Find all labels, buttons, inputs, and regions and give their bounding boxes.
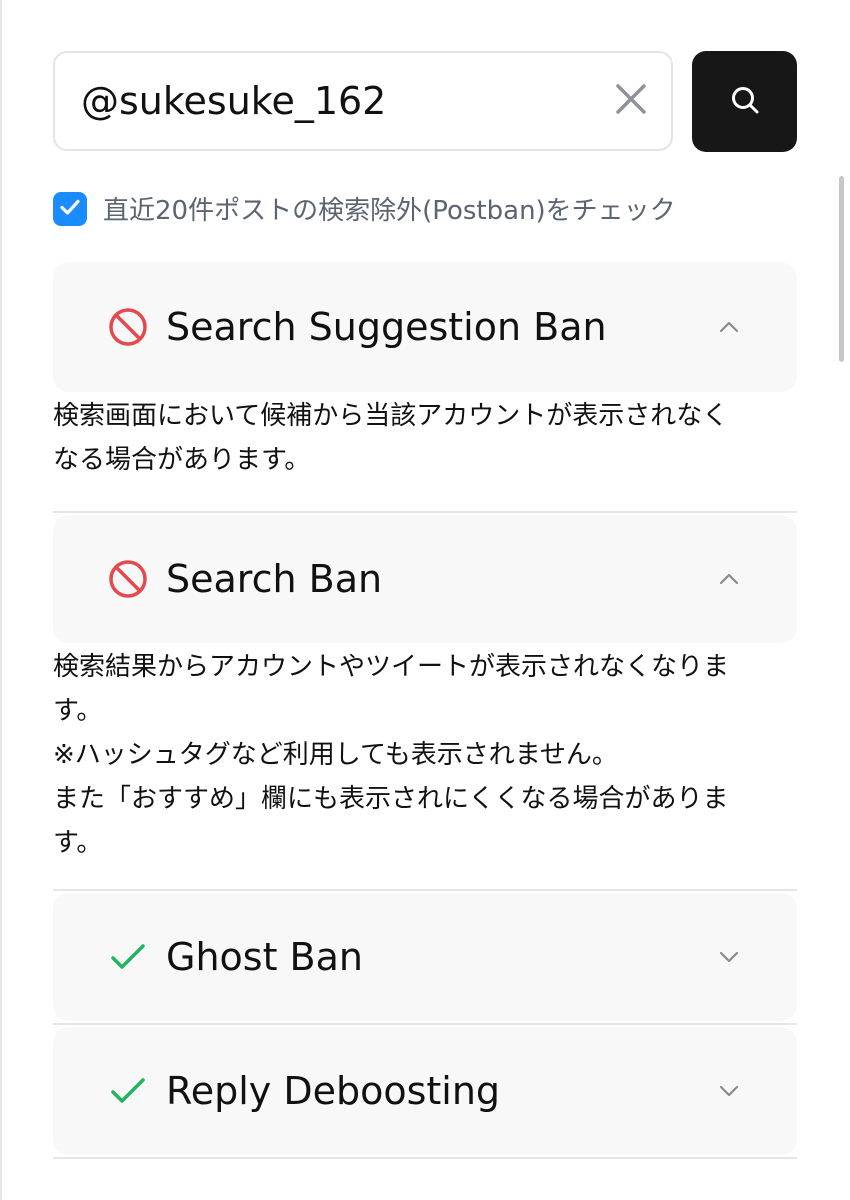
checkmark-icon bbox=[58, 195, 82, 223]
scrollbar[interactable] bbox=[839, 176, 844, 362]
divider bbox=[53, 889, 797, 891]
description-line: なる場合があります。 bbox=[53, 445, 311, 475]
chevron-up-icon bbox=[713, 563, 745, 595]
divider bbox=[53, 1157, 797, 1159]
search-input[interactable] bbox=[55, 56, 591, 146]
search-box bbox=[53, 51, 673, 151]
postban-option: 直近20件ポストの検索除外(Postban)をチェック bbox=[53, 190, 676, 227]
section-description-search-ban: 検索結果からアカウントやツイートが表示されなくなりま す。 ※ハッシュタグなど利… bbox=[53, 645, 797, 865]
description-line: ※ハッシュタグなど利用しても表示されません。 bbox=[53, 740, 618, 770]
postban-checkbox[interactable] bbox=[53, 191, 87, 226]
close-icon bbox=[614, 82, 648, 120]
section-header-reply-deboosting[interactable]: Reply Deboosting bbox=[53, 1027, 797, 1155]
postban-label: 直近20件ポストの検索除外(Postban)をチェック bbox=[103, 196, 676, 226]
section-title: Search Ban bbox=[166, 557, 383, 601]
ban-icon bbox=[106, 305, 150, 349]
chevron-down-icon bbox=[713, 941, 745, 973]
description-line: す。 bbox=[53, 696, 103, 726]
chevron-down-icon bbox=[713, 1075, 745, 1107]
divider bbox=[53, 1023, 797, 1025]
section-title: Search Suggestion Ban bbox=[166, 305, 607, 349]
divider bbox=[53, 511, 797, 513]
page: 直近20件ポストの検索除外(Postban)をチェック Search Sugge… bbox=[0, 0, 850, 1200]
description-line: す。 bbox=[53, 828, 103, 858]
section-header-search-ban[interactable]: Search Ban bbox=[53, 515, 797, 643]
section-title: Reply Deboosting bbox=[166, 1069, 501, 1113]
description-line: 検索画面において候補から当該アカウントが表示されなく bbox=[53, 401, 729, 431]
check-icon bbox=[106, 1069, 150, 1113]
description-line: また「おすすめ」欄にも表示されにくくなる場合がありま bbox=[53, 784, 729, 814]
left-border bbox=[0, 0, 2, 1200]
description-line: 検索結果からアカウントやツイートが表示されなくなりま bbox=[53, 652, 730, 682]
ban-icon bbox=[106, 557, 150, 601]
check-icon bbox=[106, 935, 150, 979]
search-button[interactable] bbox=[692, 51, 797, 152]
section-description-search-suggestion-ban: 検索画面において候補から当該アカウントが表示されなく なる場合があります。 bbox=[53, 394, 797, 482]
chevron-up-icon bbox=[713, 311, 745, 343]
section-header-search-suggestion-ban[interactable]: Search Suggestion Ban bbox=[53, 262, 797, 392]
search-icon bbox=[729, 84, 761, 120]
section-title: Ghost Ban bbox=[166, 935, 363, 979]
clear-button[interactable] bbox=[591, 56, 671, 146]
section-header-ghost-ban[interactable]: Ghost Ban bbox=[53, 893, 797, 1021]
